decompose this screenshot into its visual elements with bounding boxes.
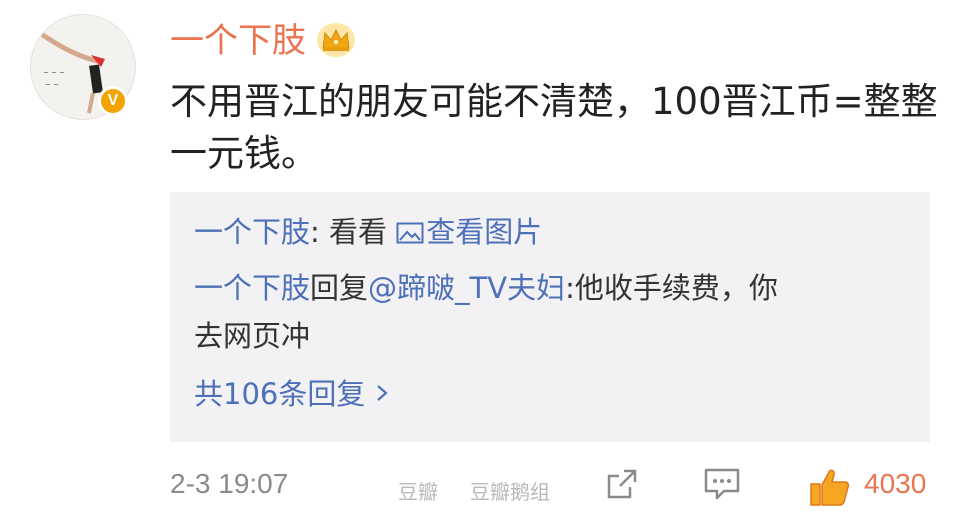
comment-icon[interactable] xyxy=(702,466,742,502)
post-text: 不用晋江的朋友可能不清楚，100晋江币=整整一元钱。 xyxy=(170,80,938,175)
watermark-text: 豆瓣 xyxy=(398,480,438,504)
comment-text: : 看看 xyxy=(310,215,397,249)
comment-author-link[interactable]: 一个下肢 xyxy=(194,215,310,249)
username-link[interactable]: 一个下肢 xyxy=(170,20,306,62)
chevron-right-icon xyxy=(377,385,389,401)
svg-text:~ ~: ~ ~ xyxy=(45,81,59,89)
image-icon xyxy=(396,222,424,244)
comment-author-link[interactable]: 一个下肢 xyxy=(194,271,310,305)
mention-link[interactable]: @蹄啵_TV夫妇 xyxy=(368,271,565,305)
watermark-text: 豆瓣鹅组 xyxy=(470,480,550,504)
svg-text:~ ~ ~: ~ ~ ~ xyxy=(43,69,65,77)
verified-badge-icon: V xyxy=(98,86,128,116)
share-icon[interactable] xyxy=(604,466,640,502)
crown-icon xyxy=(317,23,355,57)
thumbs-up-icon[interactable] xyxy=(808,466,852,508)
like-count: 4030 xyxy=(864,468,927,499)
reply-label: 回复 xyxy=(310,271,369,305)
view-image-label: 查看图片 xyxy=(426,215,543,249)
comment-line: 一个下肢回复@蹄啵_TV夫妇:他收手续费，你 xyxy=(194,268,778,308)
more-replies-label: 共106条回复 xyxy=(194,377,366,411)
view-image-link[interactable]: 查看图片 xyxy=(396,215,542,249)
more-replies-link[interactable]: 共106条回复 xyxy=(194,374,389,414)
comment-text-continued: 去网页冲 xyxy=(194,319,311,353)
comment-preview-box[interactable]: 一个下肢: 看看 查看图片 一个下肢回复@蹄啵_TV夫妇:他收手续费，你 去网页… xyxy=(170,192,930,442)
post-footer: 2-3 19:07 豆瓣 豆瓣鹅组 4030 xyxy=(0,460,960,516)
comment-text: :他收手续费，你 xyxy=(565,271,778,305)
comment-line: 一个下肢: 看看 查看图片 xyxy=(194,212,542,252)
post-timestamp: 2-3 19:07 xyxy=(170,468,289,499)
